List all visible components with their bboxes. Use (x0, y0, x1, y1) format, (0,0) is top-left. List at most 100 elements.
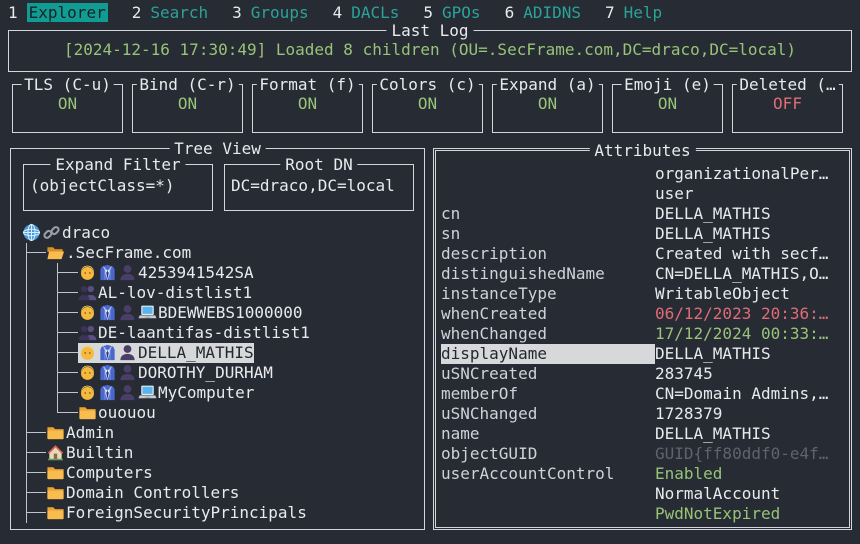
toggle-title: Expand (a) (496, 75, 598, 94)
toggle-state: ON (373, 94, 482, 113)
toggle-emoji[interactable]: Emoji (e)ON (612, 84, 723, 133)
attribute-row-usncreated[interactable]: uSNCreated283745 (441, 364, 844, 384)
attribute-key: whenCreated (441, 304, 655, 324)
attribute-row[interactable]: user (441, 184, 844, 204)
attribute-row-cn[interactable]: cnDELLA_MATHIS (441, 204, 844, 224)
menu-item-label: GPOs (442, 3, 481, 22)
attributes-table: organizationalPer…usercnDELLA_MATHISsnDE… (441, 164, 844, 524)
tree-item--secframe-com[interactable]: .SecFrame.com (11, 243, 424, 263)
attribute-value: WritableObject (655, 284, 844, 304)
attribute-value: DELLA_MATHIS (655, 344, 844, 364)
tree-item-mycomputer[interactable]: MyComputer (11, 383, 424, 403)
menu-item-explorer[interactable]: 1Explorer (8, 3, 108, 22)
tree-guide-stub (26, 252, 46, 253)
attribute-row-sn[interactable]: snDELLA_MATHIS (441, 224, 844, 244)
attribute-row-description[interactable]: descriptionCreated with secf… (441, 244, 844, 264)
toggle-state: ON (253, 94, 362, 113)
attribute-row-usnchanged[interactable]: uSNChanged1728379 (441, 404, 844, 424)
toggle-bind[interactable]: Bind (C-r)ON (132, 84, 243, 133)
attribute-row[interactable]: PwdNotExpired (441, 504, 844, 524)
tree-item-label: Admin (66, 423, 114, 442)
attribute-key (441, 184, 655, 204)
necktie-icon (98, 263, 117, 282)
necktie-icon (98, 303, 117, 322)
menu-item-search[interactable]: 2Search (132, 3, 208, 22)
toggle-format[interactable]: Format (f)ON (252, 84, 363, 133)
menu-item-dacls[interactable]: 4DACLs (333, 3, 400, 22)
attribute-key: sn (441, 224, 655, 244)
attribute-value: user (655, 184, 844, 204)
tree-item-bdewwebs1000000[interactable]: BDEWWEBS1000000 (11, 303, 424, 323)
attribute-value: PwdNotExpired (655, 504, 844, 524)
attribute-row-whenchanged[interactable]: whenChanged17/12/2024 00:33:… (441, 324, 844, 344)
attribute-key: objectGUID (441, 444, 655, 464)
menu-item-help[interactable]: 7Help (605, 3, 662, 22)
tree-item-dorothy-durham[interactable]: DOROTHY_DURHAM (11, 363, 424, 383)
menu-item-number: 1 (8, 3, 18, 22)
tree-item-admin[interactable]: Admin (11, 423, 424, 443)
bust-icon (118, 303, 137, 322)
tree-guide-stub (57, 372, 78, 373)
attribute-row-whencreated[interactable]: whenCreated06/12/2023 20:36:… (441, 304, 844, 324)
toggle-deleted[interactable]: Deleted (…OFF (732, 84, 843, 133)
attribute-key (441, 164, 655, 184)
menu-item-number: 5 (423, 3, 433, 22)
tree-item-label: DE-laantifas-distlist1 (98, 323, 310, 342)
menu-item-label: ADIDNS (523, 3, 581, 22)
attribute-key: distinguishedName (441, 264, 655, 284)
tree-item-4253941542sa[interactable]: 4253941542SA (11, 263, 424, 283)
tree-guide-stub (26, 432, 46, 433)
bust-icon (118, 383, 137, 402)
tree-item-foreignsecurityprincipals[interactable]: ForeignSecurityPrincipals (11, 503, 424, 523)
toggle-state: ON (493, 94, 602, 113)
tree-item-al-lov-distlist1[interactable]: AL-lov-distlist1 (11, 283, 424, 303)
attribute-value: DELLA_MATHIS (655, 224, 844, 244)
toggle-tls[interactable]: TLS (C-u)ON (12, 84, 123, 133)
toggle-state: ON (133, 94, 242, 113)
toggle-colors[interactable]: Colors (c)ON (372, 84, 483, 133)
attribute-row-displayname[interactable]: displayNameDELLA_MATHIS (441, 344, 844, 364)
tree-guide-stub (26, 452, 46, 453)
attribute-row-objectguid[interactable]: objectGUIDGUID{ff80ddf0-e4f… (441, 444, 844, 464)
attribute-row-memberof[interactable]: memberOfCN=Domain Admins,… (441, 384, 844, 404)
globe-icon (22, 223, 41, 242)
person-icon (78, 383, 97, 402)
menu-item-adidns[interactable]: 6ADIDNS (505, 3, 581, 22)
attribute-value: DELLA_MATHIS (655, 424, 844, 444)
tree-guide-stub (57, 312, 78, 313)
attribute-row-name[interactable]: nameDELLA_MATHIS (441, 424, 844, 444)
menu-item-number: 3 (232, 3, 242, 22)
tree-item-label: ForeignSecurityPrincipals (66, 503, 307, 522)
attribute-row-useraccountcontrol[interactable]: userAccountControlEnabled (441, 464, 844, 484)
attribute-key: displayName (441, 344, 655, 364)
attribute-row[interactable]: organizationalPer… (441, 164, 844, 184)
attribute-value: 06/12/2023 20:36:… (655, 304, 844, 324)
attribute-row-instancetype[interactable]: instanceTypeWritableObject (441, 284, 844, 304)
tree-item-computers[interactable]: Computers (11, 463, 424, 483)
attribute-value: CN=Domain Admins,… (655, 384, 844, 404)
attribute-row-distinguishedname[interactable]: distinguishedNameCN=DELLA_MATHIS,O… (441, 264, 844, 284)
tree-item-ououou[interactable]: ououou (11, 403, 424, 423)
tree-item-della-mathis[interactable]: DELLA_MATHIS (11, 343, 424, 363)
attribute-key: userAccountControl (441, 464, 655, 484)
folder-icon (46, 463, 65, 482)
tree-item-label: ououou (98, 403, 156, 422)
person-icon (78, 363, 97, 382)
folder-icon (46, 483, 65, 502)
folder-icon (78, 403, 97, 422)
people-icon (78, 323, 97, 342)
tree-view-panel: Tree View Expand Filter (objectClass=*) … (10, 148, 425, 530)
tree-item-draco[interactable]: draco (11, 223, 424, 243)
menu-item-gpos[interactable]: 5 GPOs (423, 3, 480, 22)
menu-item-groups[interactable]: 3Groups (232, 3, 308, 22)
tree-guide-stub (26, 512, 46, 513)
toggle-expand[interactable]: Expand (a)ON (492, 84, 603, 133)
toggle-state: OFF (733, 94, 842, 113)
tree-item-de-laantifas-distlist1[interactable]: DE-laantifas-distlist1 (11, 323, 424, 343)
link-icon (42, 223, 61, 242)
person-icon (78, 303, 97, 322)
tree-item-domain-controllers[interactable]: Domain Controllers (11, 483, 424, 503)
attribute-row[interactable]: NormalAccount (441, 484, 844, 504)
folder-icon (46, 503, 65, 522)
tree-item-builtin[interactable]: Builtin (11, 443, 424, 463)
